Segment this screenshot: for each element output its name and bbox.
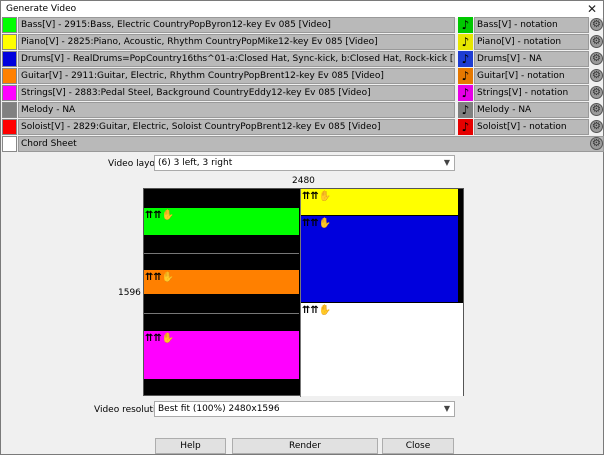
track-row: Piano[V] - 2825:Piano, Acoustic, Rhythm …: [2, 34, 604, 51]
move-resize-handle-icon[interactable]: ⇈⇈✋: [302, 191, 331, 202]
music-note-icon: ♪: [458, 17, 473, 33]
gear-icon[interactable]: ⚙: [590, 35, 603, 48]
chevron-down-icon: ▼: [443, 404, 450, 413]
track-row: Bass[V] - 2915:Bass, Electric CountryPop…: [2, 17, 604, 34]
preview-width-label: 2480: [292, 176, 315, 186]
track-row: Melody - NA ♪ Melody - NA ⚙: [2, 102, 604, 119]
help-button[interactable]: Help: [155, 438, 226, 454]
move-resize-handle-icon[interactable]: ⇈⇈✋: [145, 333, 174, 344]
gear-icon[interactable]: ⚙: [590, 86, 603, 99]
gear-icon[interactable]: ⚙: [590, 120, 603, 133]
divider: [144, 253, 299, 254]
track-list: Bass[V] - 2915:Bass, Electric CountryPop…: [2, 17, 604, 153]
video-layout-value: (6) 3 left, 3 right: [158, 158, 233, 168]
pane-piano[interactable]: ⇈⇈✋: [301, 189, 458, 215]
track-description-button[interactable]: Soloist[V] - 2829:Guitar, Electric, Solo…: [18, 119, 455, 135]
title-bar: Generate Video ✕: [1, 1, 603, 18]
video-resolution-select[interactable]: Best fit (100%) 2480x1596 ▼: [154, 401, 455, 417]
track-color-swatch[interactable]: [2, 85, 17, 101]
render-button[interactable]: Render: [232, 438, 378, 454]
close-button[interactable]: Close: [382, 438, 454, 454]
layout-preview: ⇈⇈✋ ⇈⇈✋ ⇈⇈✋ ⇈⇈✋ ⇈⇈✋ ⇈⇈✋: [143, 188, 464, 397]
music-note-icon: ♪: [458, 68, 473, 84]
pane-chord-sheet[interactable]: ⇈⇈✋: [301, 303, 463, 396]
video-layout-select[interactable]: (6) 3 left, 3 right ▼: [154, 155, 455, 171]
track-description-button[interactable]: Guitar[V] - 2911:Guitar, Electric, Rhyth…: [18, 68, 455, 84]
gear-icon[interactable]: ⚙: [590, 52, 603, 65]
track-color-swatch[interactable]: [2, 51, 17, 67]
pane-drums[interactable]: ⇈⇈✋: [301, 216, 458, 302]
music-note-icon: ♪: [458, 51, 473, 67]
track-notation-button[interactable]: Piano[V] - notation: [474, 34, 589, 50]
chevron-down-icon: ▼: [443, 158, 450, 167]
track-row-chord-sheet: Chord Sheet ⚙: [2, 136, 604, 153]
track-row: Soloist[V] - 2829:Guitar, Electric, Solo…: [2, 119, 604, 136]
track-color-swatch[interactable]: [2, 68, 17, 84]
track-row: Strings[V] - 2883:Pedal Steel, Backgroun…: [2, 85, 604, 102]
move-resize-handle-icon[interactable]: ⇈⇈✋: [302, 305, 331, 316]
gear-icon[interactable]: ⚙: [590, 69, 603, 82]
gear-icon[interactable]: ⚙: [590, 103, 603, 116]
close-icon[interactable]: ✕: [587, 2, 597, 16]
chord-sheet-button[interactable]: Chord Sheet: [18, 136, 604, 152]
track-notation-button[interactable]: Guitar[V] - notation: [474, 68, 589, 84]
track-row: Drums[V] - RealDrums=PopCountry16ths^01-…: [2, 51, 604, 68]
track-notation-button[interactable]: Strings[V] - notation: [474, 85, 589, 101]
track-notation-button[interactable]: Soloist[V] - notation: [474, 119, 589, 135]
track-description-button[interactable]: Piano[V] - 2825:Piano, Acoustic, Rhythm …: [18, 34, 455, 50]
track-color-swatch[interactable]: [2, 119, 17, 135]
pane-strings[interactable]: ⇈⇈✋: [144, 331, 299, 379]
window-title: Generate Video: [6, 4, 77, 14]
track-description-button[interactable]: Melody - NA: [18, 102, 455, 118]
track-color-swatch[interactable]: [2, 136, 17, 152]
divider: [144, 313, 299, 314]
video-resolution-value: Best fit (100%) 2480x1596: [158, 404, 280, 414]
track-row: Guitar[V] - 2911:Guitar, Electric, Rhyth…: [2, 68, 604, 85]
music-note-icon: ♪: [458, 34, 473, 50]
move-resize-handle-icon[interactable]: ⇈⇈✋: [145, 272, 174, 283]
move-resize-handle-icon[interactable]: ⇈⇈✋: [302, 218, 331, 229]
track-color-swatch[interactable]: [2, 102, 17, 118]
track-description-button[interactable]: Drums[V] - RealDrums=PopCountry16ths^01-…: [18, 51, 455, 67]
track-notation-button[interactable]: Melody - NA: [474, 102, 589, 118]
track-notation-button[interactable]: Drums[V] - NA: [474, 51, 589, 67]
pane-guitar[interactable]: ⇈⇈✋: [144, 270, 299, 294]
track-notation-button[interactable]: Bass[V] - notation: [474, 17, 589, 33]
track-color-swatch[interactable]: [2, 34, 17, 50]
gear-icon[interactable]: ⚙: [590, 137, 603, 150]
move-resize-handle-icon[interactable]: ⇈⇈✋: [145, 210, 174, 221]
gear-icon[interactable]: ⚙: [590, 18, 603, 31]
music-note-icon: ♪: [458, 85, 473, 101]
generate-video-dialog: Generate Video ✕ Bass[V] - 2915:Bass, El…: [0, 0, 604, 455]
preview-height-label: 1596: [118, 288, 141, 298]
track-description-button[interactable]: Bass[V] - 2915:Bass, Electric CountryPop…: [18, 17, 455, 33]
track-description-button[interactable]: Strings[V] - 2883:Pedal Steel, Backgroun…: [18, 85, 455, 101]
music-note-icon: ♪: [458, 119, 473, 135]
track-color-swatch[interactable]: [2, 17, 17, 33]
music-note-icon: ♪: [458, 102, 473, 118]
pane-bass[interactable]: ⇈⇈✋: [144, 208, 299, 235]
